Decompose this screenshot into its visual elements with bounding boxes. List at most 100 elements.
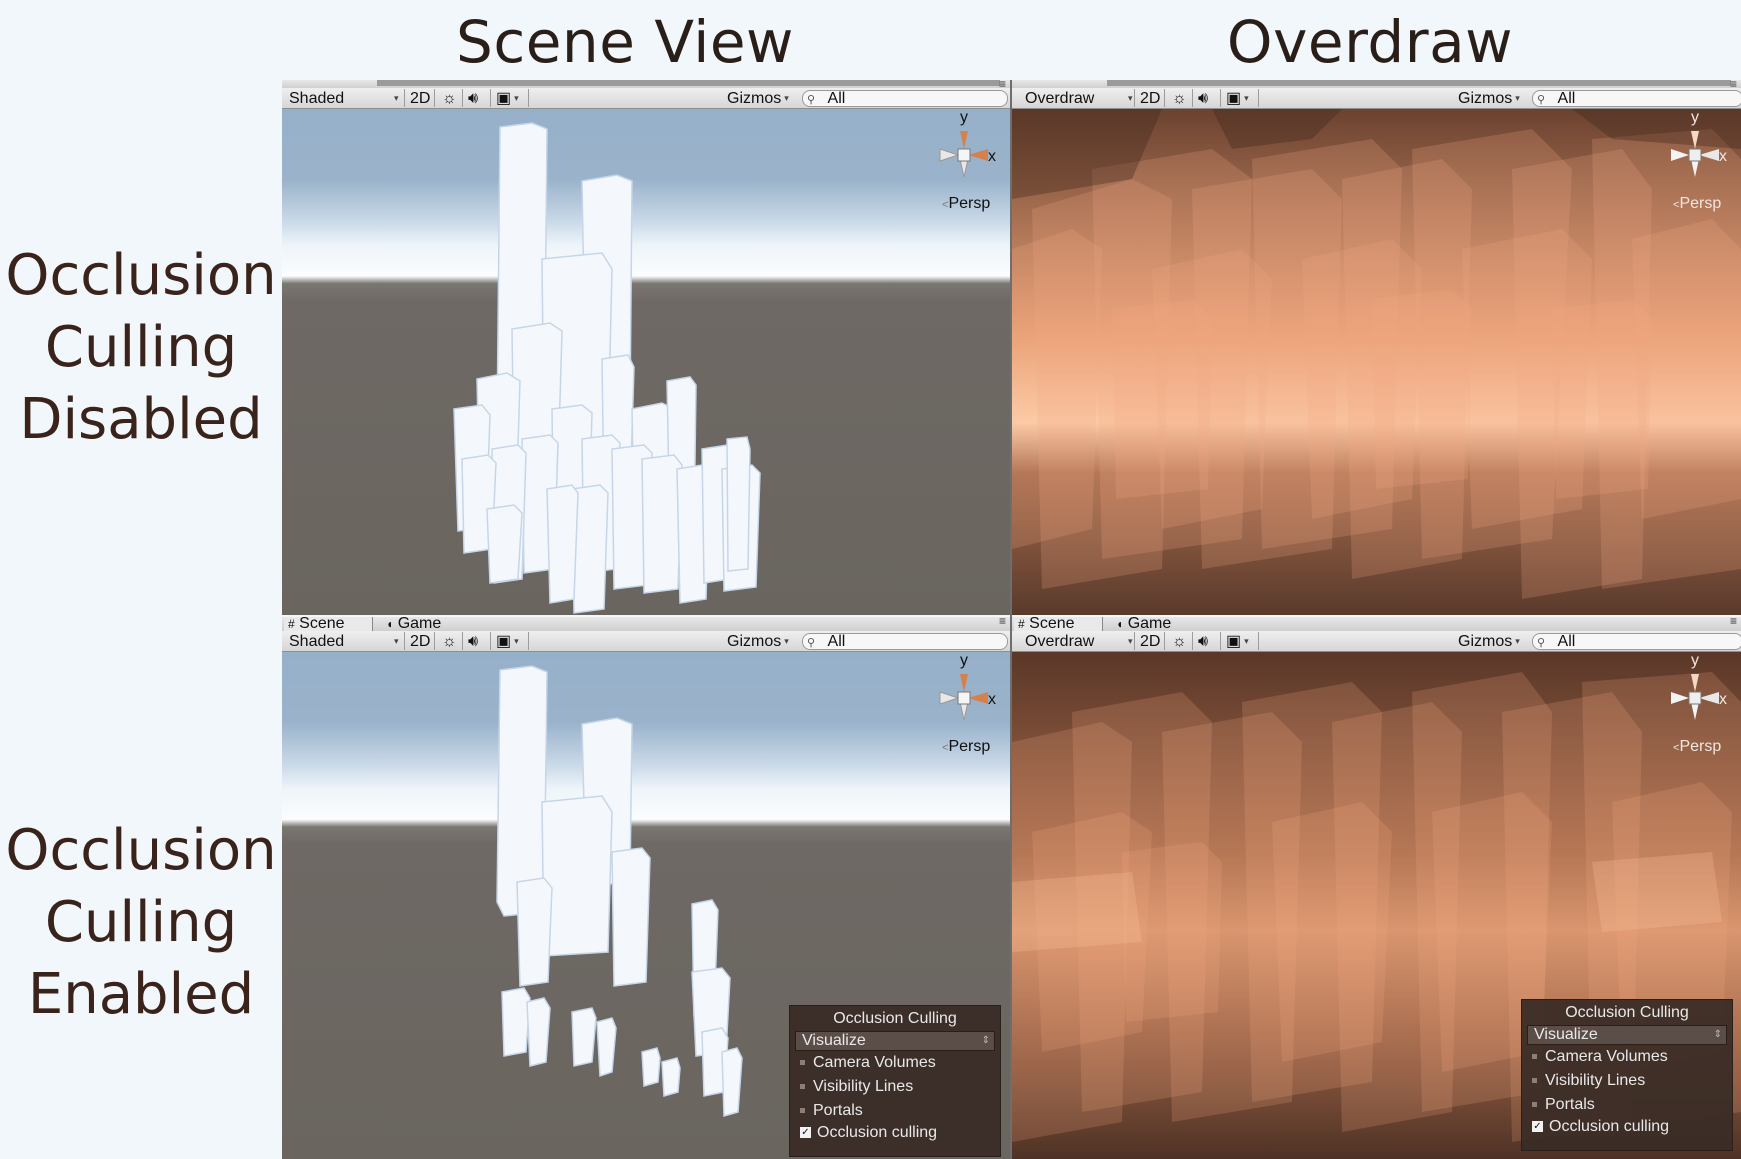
occlusion-panel-title: Occlusion Culling — [1565, 1004, 1689, 1021]
search-icon: ⚲ — [807, 637, 816, 649]
row-label-enabled: Occlusion Culling Enabled — [0, 815, 282, 1031]
gizmo-projection-label[interactable]: <Persp — [1673, 195, 1721, 213]
overdraw-viewport[interactable]: y x <Persp Occlusion Culling Visualize ⇕ … — [1012, 652, 1741, 1159]
tab-bar: # Scene ◖ Game ≡ — [1012, 617, 1741, 632]
occlusion-culling-panel: Occlusion Culling Visualize ⇕ Camera Volu… — [789, 1005, 1001, 1157]
overdraw-panel-disabled: ≡ Overdraw▾ 2D ☼ 🔊︎ ▣▾ Gizmos▾ ⚲ All — [1012, 80, 1741, 615]
occlusion-culling-checkbox[interactable]: ✓ Occlusion culling — [790, 1123, 1000, 1143]
speaker-icon[interactable]: 🔊︎ — [1198, 90, 1208, 107]
2d-toggle-button[interactable]: 2D — [410, 90, 430, 107]
draw-mode-dropdown[interactable]: Shaded ▾ — [289, 633, 399, 650]
checkmark-icon: ✓ — [1532, 1121, 1543, 1133]
gizmos-dropdown[interactable]: Gizmos ▾ — [1458, 90, 1520, 107]
scene-viewport[interactable]: y x <Persp — [282, 109, 1010, 615]
camera-volumes-option[interactable]: Camera Volumes — [790, 1051, 1000, 1075]
grid-icon: # — [288, 617, 295, 631]
gizmos-dropdown[interactable]: Gizmos ▾ — [1458, 633, 1520, 650]
portals-option[interactable]: Portals — [790, 1099, 1000, 1123]
gizmo-projection-label[interactable]: <Persp — [942, 195, 990, 213]
gizmo-y-label: y — [960, 652, 968, 669]
scene-viewport[interactable]: y x <Persp Occlusion Culling Visualize ⇕ … — [282, 652, 1010, 1159]
sun-icon[interactable]: ☼ — [442, 633, 457, 650]
heading-scene-view: Scene View — [456, 8, 794, 76]
panel-menu-icon[interactable]: ≡ — [999, 617, 1006, 628]
gizmos-dropdown[interactable]: Gizmos ▾ — [727, 90, 789, 107]
checkmark-icon: ✓ — [800, 1127, 811, 1139]
game-icon: ◖ — [1116, 617, 1124, 631]
row-label-enabled-line1: Occlusion — [5, 818, 277, 883]
overdraw-layers — [1012, 109, 1741, 615]
panel-menu-icon[interactable]: ≡ — [1730, 617, 1737, 628]
speaker-icon[interactable]: 🔊︎ — [468, 90, 478, 107]
gizmo-y-label: y — [1691, 109, 1699, 126]
search-icon: ⚲ — [807, 94, 816, 106]
search-input[interactable]: ⚲ All — [802, 90, 1008, 107]
gizmo-x-label: x — [988, 691, 996, 708]
camera-volumes-option[interactable]: Camera Volumes — [1522, 1045, 1732, 1069]
occlusion-culling-panel: Occlusion Culling Visualize ⇕ Camera Volu… — [1521, 999, 1733, 1151]
image-icon[interactable]: ▣ ▾ — [1226, 90, 1249, 107]
row-label-enabled-line2: Culling — [44, 890, 238, 955]
2d-toggle-button[interactable]: 2D — [1140, 633, 1160, 650]
grid-icon: # — [1018, 617, 1025, 631]
orientation-gizmo[interactable]: y x <Persp — [924, 652, 1004, 758]
game-icon: ◖ — [386, 617, 394, 631]
gizmos-dropdown[interactable]: Gizmos ▾ — [727, 633, 789, 650]
sun-icon[interactable]: ☼ — [442, 90, 457, 107]
gizmo-projection-label[interactable]: <Persp — [942, 738, 990, 756]
speaker-icon[interactable]: 🔊︎ — [468, 633, 478, 650]
sun-icon[interactable]: ☼ — [1172, 633, 1187, 650]
occlusion-panel-title: Occlusion Culling — [833, 1010, 957, 1027]
image-icon[interactable]: ▣ ▾ — [496, 90, 519, 107]
scene-toolbar: Shaded ▾ 2D ☼ 🔊︎ ▣ ▾ Gizmos ▾ ⚲ All — [282, 88, 1010, 109]
tab-scene[interactable]: # Scene — [284, 617, 373, 632]
visualize-dropdown[interactable]: Visualize ⇕ — [1527, 1025, 1727, 1045]
2d-toggle-button[interactable]: 2D — [410, 633, 430, 650]
speaker-icon[interactable]: 🔊︎ — [1198, 633, 1208, 650]
row-label-disabled-line3: Disabled — [19, 387, 263, 452]
scene-toolbar: Shaded ▾ 2D ☼ 🔊︎ ▣ ▾ Gizmos ▾ ⚲ All — [282, 631, 1010, 652]
scene-toolbar: Overdraw ▾ 2D ☼ 🔊︎ ▣ ▾ Gizmos ▾ ⚲ All — [1012, 88, 1741, 109]
portals-option[interactable]: Portals — [1522, 1093, 1732, 1117]
row-label-enabled-line3: Enabled — [27, 962, 255, 1027]
overdraw-panel-enabled: # Scene ◖ Game ≡ Overdraw ▾ 2D ☼ 🔊︎ ▣ ▾ Gi… — [1012, 617, 1741, 1159]
search-input[interactable]: ⚲ All — [802, 633, 1008, 650]
column-divider — [1010, 80, 1012, 1159]
row-label-disabled-line2: Culling — [44, 315, 238, 380]
search-icon: ⚲ — [1537, 94, 1546, 106]
2d-toggle-button[interactable]: 2D — [1140, 90, 1160, 107]
scene-toolbar: Overdraw ▾ 2D ☼ 🔊︎ ▣ ▾ Gizmos ▾ ⚲ All — [1012, 631, 1741, 652]
orientation-gizmo[interactable]: y x <Persp — [1655, 109, 1735, 215]
heading-overdraw: Overdraw — [1226, 8, 1514, 76]
tab-game[interactable]: ◖ Game — [382, 617, 445, 632]
orientation-gizmo[interactable]: y x <Persp — [1655, 652, 1735, 758]
visibility-lines-option[interactable]: Visibility Lines — [1522, 1069, 1732, 1093]
gizmo-x-label: x — [1719, 691, 1727, 708]
draw-mode-dropdown[interactable]: Overdraw ▾ — [1025, 633, 1135, 650]
gizmo-x-label: x — [1719, 148, 1727, 165]
city-buildings — [453, 122, 761, 614]
gizmo-y-label: y — [960, 109, 968, 126]
row-label-disabled: Occlusion Culling Disabled — [0, 240, 282, 456]
gizmo-x-label: x — [988, 148, 996, 165]
row-label-disabled-line1: Occlusion — [5, 243, 277, 308]
search-input[interactable]: ⚲ All — [1532, 90, 1741, 107]
gizmo-projection-label[interactable]: <Persp — [1673, 738, 1721, 756]
occlusion-culling-checkbox[interactable]: ✓ Occlusion culling — [1522, 1117, 1732, 1137]
visibility-lines-option[interactable]: Visibility Lines — [790, 1075, 1000, 1099]
search-input[interactable]: ⚲ All — [1532, 633, 1741, 650]
scene-panel-enabled: # Scene ◖ Game ≡ Shaded ▾ 2D ☼ 🔊︎ ▣ ▾ Gizm… — [282, 617, 1010, 1159]
search-icon: ⚲ — [1537, 637, 1546, 649]
orientation-gizmo[interactable]: y x <Persp — [924, 109, 1004, 215]
gizmo-y-label: y — [1691, 652, 1699, 669]
draw-mode-dropdown[interactable]: Overdraw ▾ — [1025, 90, 1135, 107]
tab-bar: # Scene ◖ Game ≡ — [282, 617, 1010, 632]
sun-icon[interactable]: ☼ — [1172, 90, 1187, 107]
overdraw-viewport[interactable]: y x <Persp — [1012, 109, 1741, 615]
tab-scene[interactable]: # Scene — [1014, 617, 1103, 632]
visualize-dropdown[interactable]: Visualize ⇕ — [795, 1031, 995, 1051]
image-icon[interactable]: ▣ ▾ — [1226, 633, 1249, 650]
draw-mode-dropdown[interactable]: Shaded ▾ — [289, 90, 399, 107]
tab-game[interactable]: ◖ Game — [1112, 617, 1175, 632]
image-icon[interactable]: ▣ ▾ — [496, 633, 519, 650]
